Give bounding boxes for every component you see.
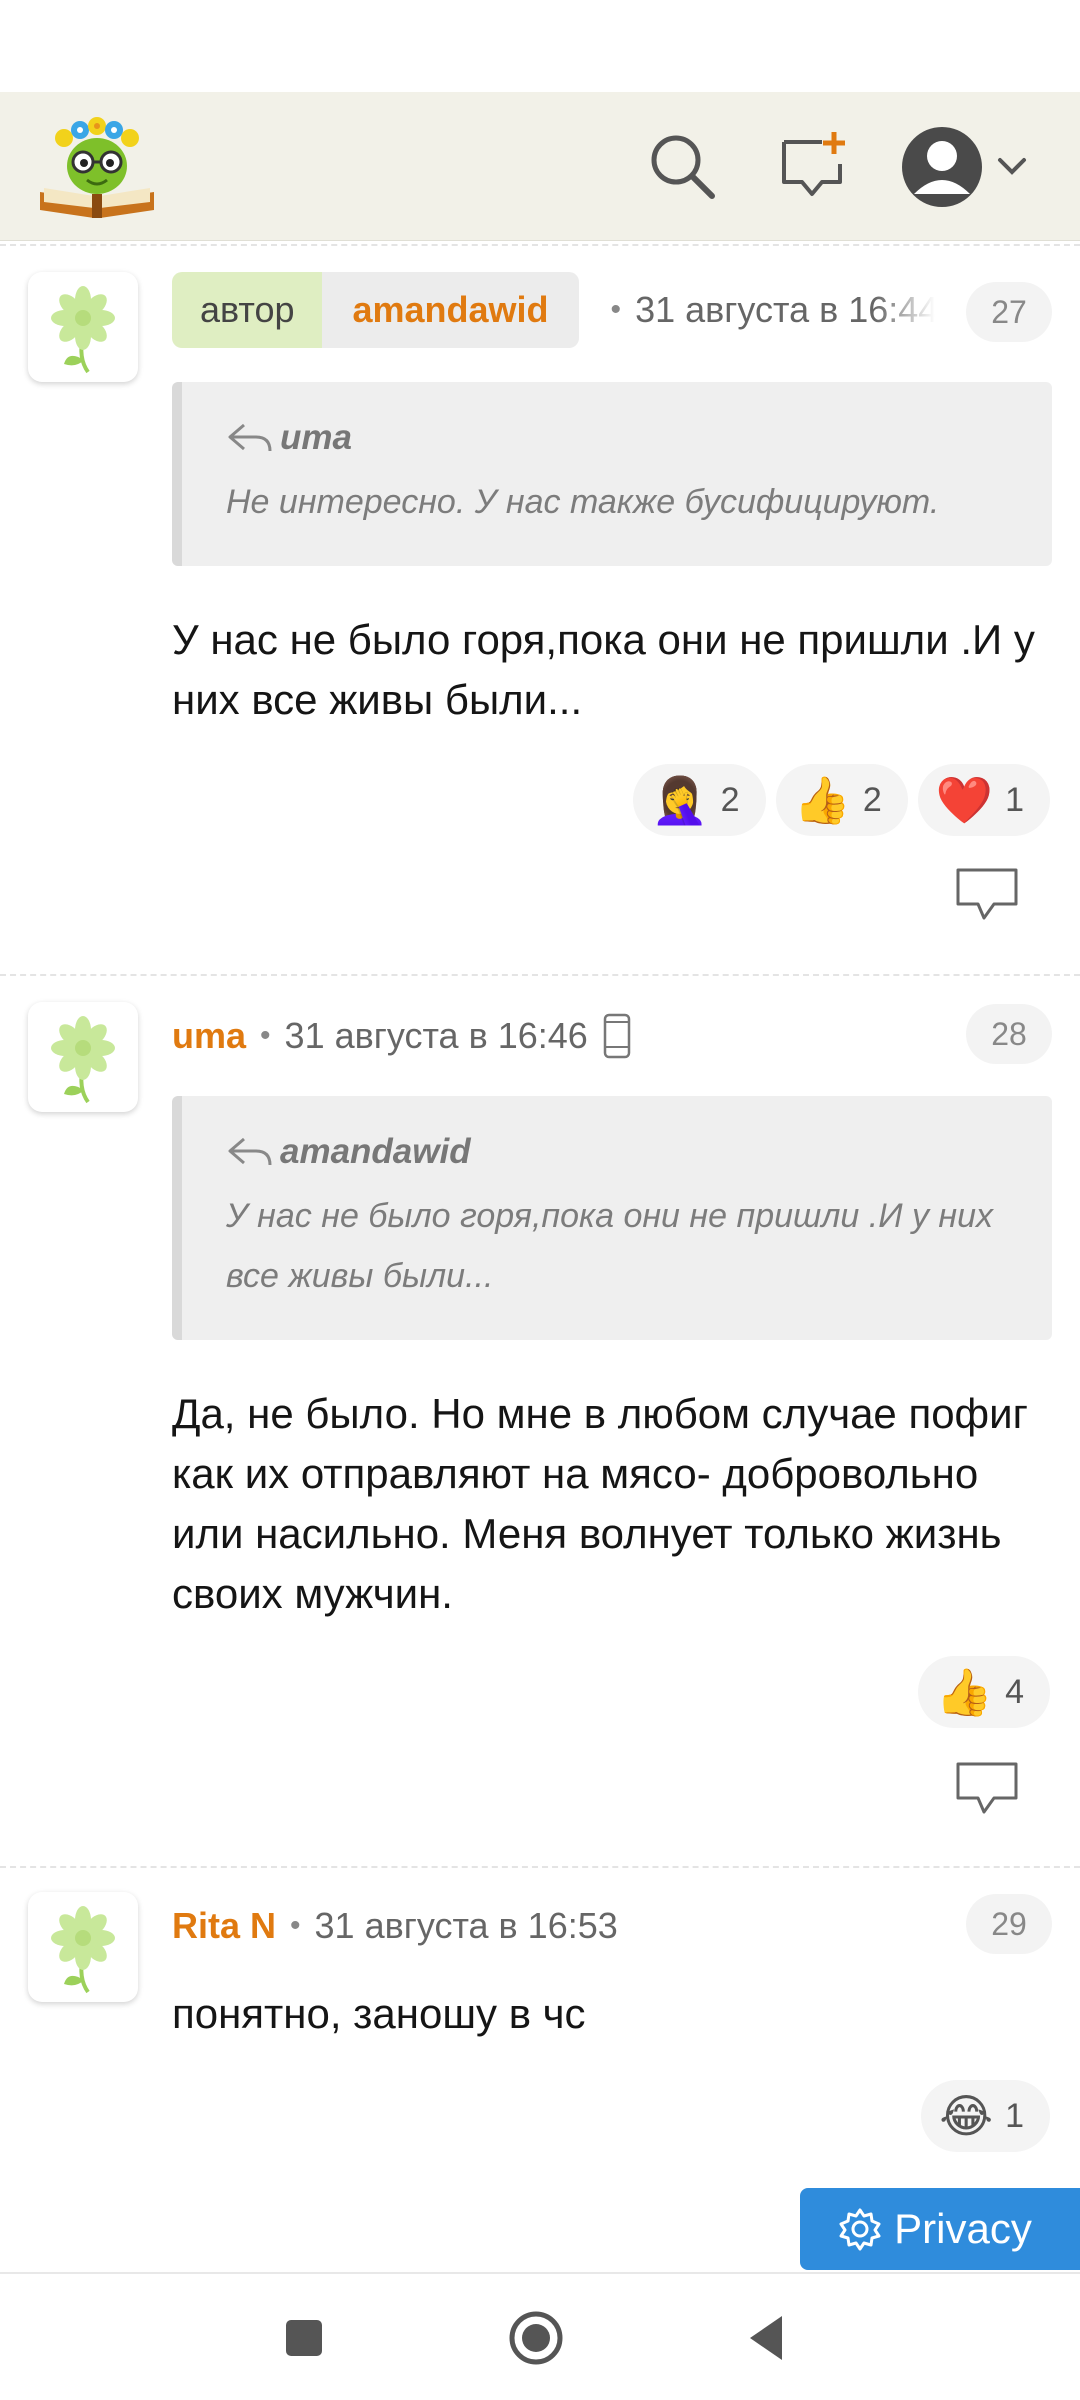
comment-text: У нас не было горя,пока они не пришли .И… bbox=[172, 616, 1035, 723]
status-area bbox=[0, 0, 1080, 92]
reaction-heart[interactable]: ❤️ 1 bbox=[917, 764, 1050, 836]
back-button[interactable] bbox=[736, 2306, 800, 2370]
quote-text: У нас не было горя,пока они не пришли .И… bbox=[226, 1197, 994, 1295]
author-tag: автор amandawid bbox=[172, 272, 579, 348]
account-menu-button[interactable] bbox=[900, 122, 1040, 212]
search-button[interactable] bbox=[646, 130, 718, 202]
app-header bbox=[0, 92, 1080, 241]
divider bbox=[0, 1866, 1080, 1868]
system-nav-bar bbox=[0, 2272, 1080, 2400]
reactions: 🤦‍♀️ 2 👍 2 ❤️ 1 bbox=[633, 764, 1050, 836]
home-icon bbox=[509, 2311, 563, 2365]
comment-timestamp[interactable]: 31 августа в 16:46 bbox=[285, 1015, 588, 1057]
comment-text: понятно, заношу в чс bbox=[172, 1990, 586, 2037]
username-link[interactable]: Rita N bbox=[172, 1905, 276, 1947]
account-icon bbox=[902, 127, 1026, 207]
comment-timestamp[interactable]: 31 августа в 16:44 bbox=[635, 289, 935, 331]
quote-author[interactable]: uma bbox=[226, 418, 1012, 458]
site-logo[interactable] bbox=[34, 110, 160, 222]
privacy-button[interactable]: Privacy bbox=[800, 2188, 1080, 2270]
reaction-thumbs-up[interactable]: 👍 2 bbox=[775, 764, 908, 836]
page: автор amandawid • 31 августа в 16:44 27 … bbox=[0, 0, 1080, 2400]
comment-text: Да, не было. Но мне в любом случае пофиг… bbox=[172, 1390, 1028, 1617]
comment-timestamp[interactable]: 31 августа в 16:53 bbox=[315, 1905, 618, 1947]
quote-author[interactable]: amandawid bbox=[226, 1132, 1012, 1172]
avatar[interactable] bbox=[28, 1002, 138, 1112]
new-topic-icon bbox=[782, 132, 845, 196]
comment-meta: Rita N • 31 августа в 16:53 bbox=[172, 1905, 618, 1947]
reply-button[interactable] bbox=[954, 866, 1020, 922]
gear-icon bbox=[839, 2208, 881, 2251]
author-tag-label: автор bbox=[172, 272, 323, 348]
home-button[interactable] bbox=[504, 2306, 568, 2370]
reply-button[interactable] bbox=[954, 1760, 1020, 1816]
reaction-laughing[interactable]: 😂 1 bbox=[921, 2080, 1050, 2152]
username-link[interactable]: amandawid bbox=[322, 272, 579, 348]
comment-meta: автор amandawid • 31 августа в 16:44 bbox=[172, 272, 942, 348]
avatar[interactable] bbox=[28, 272, 138, 382]
reaction-facepalm[interactable]: 🤦‍♀️ 2 bbox=[633, 764, 766, 836]
comment-number[interactable]: 29 bbox=[966, 1894, 1052, 1954]
recent-apps-icon bbox=[286, 2320, 322, 2356]
comment-meta: uma • 31 августа в 16:46 bbox=[172, 998, 942, 1074]
reply-arrow-icon bbox=[228, 1137, 272, 1166]
username-link[interactable]: uma bbox=[172, 1015, 246, 1057]
quote-text: Не интересно. У нас также бусифицируют. bbox=[226, 483, 940, 521]
reactions: 😂 1 bbox=[921, 2080, 1050, 2152]
avatar[interactable] bbox=[28, 1892, 138, 2002]
reply-arrow-icon bbox=[228, 423, 272, 452]
back-icon bbox=[750, 2316, 782, 2360]
privacy-label: Privacy bbox=[894, 2205, 1032, 2252]
comment-number[interactable]: 28 bbox=[966, 1004, 1052, 1064]
search-icon bbox=[651, 135, 715, 199]
reply-icon bbox=[956, 1762, 1018, 1814]
divider bbox=[0, 974, 1080, 976]
reactions: 👍 4 bbox=[917, 1656, 1050, 1728]
new-topic-button[interactable] bbox=[778, 130, 850, 202]
mobile-device-icon bbox=[603, 1013, 631, 1059]
comment-number[interactable]: 27 bbox=[966, 282, 1052, 342]
divider bbox=[0, 244, 1080, 246]
reply-icon bbox=[956, 868, 1018, 920]
recent-apps-button[interactable] bbox=[272, 2306, 336, 2370]
quote-block: amandawid У нас не было горя,пока они не… bbox=[172, 1096, 1052, 1340]
reaction-thumbs-up[interactable]: 👍 4 bbox=[917, 1656, 1050, 1728]
quote-block: uma Не интересно. У нас также бусифициру… bbox=[172, 382, 1052, 566]
